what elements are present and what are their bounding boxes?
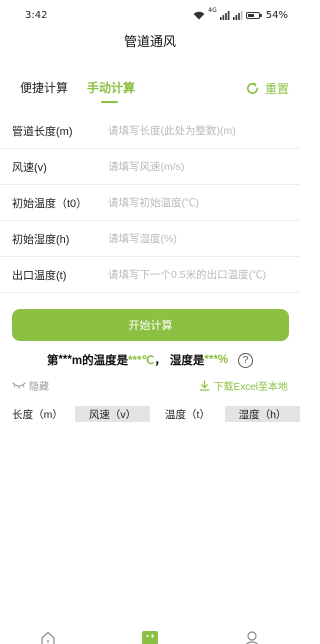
signal-icon	[219, 10, 230, 20]
refresh-icon	[245, 81, 260, 96]
home-icon[interactable]	[40, 630, 56, 644]
hide-label: 隐藏	[29, 382, 49, 393]
result-hum-value: ***%	[204, 354, 229, 366]
form-row-length: 管道长度(m)	[0, 113, 300, 149]
user-icon[interactable]	[244, 630, 260, 644]
wind-speed-label: 风速(v)	[12, 161, 47, 174]
bottom-nav	[0, 626, 300, 644]
start-calc-button[interactable]: 开始计算	[12, 309, 289, 341]
result-table-header: 长度（m） 风速（v） 温度（t） 湿度（h）	[0, 406, 300, 422]
question-icon[interactable]: ?	[238, 352, 254, 368]
result-hum-text: 湿度是	[169, 355, 205, 367]
reset-button[interactable]: 重置	[245, 78, 289, 98]
result-sep: ，	[154, 355, 166, 367]
page-title: 管道通风	[123, 35, 176, 50]
result-temp-value: ***℃	[128, 355, 155, 367]
result-prefix: 第	[46, 355, 59, 367]
signal-type-icon: 4G	[208, 6, 217, 14]
battery-icon	[245, 11, 262, 19]
tab-bar: 便捷计算 手动计算 重置	[0, 78, 300, 104]
tab-manual-calc[interactable]: 手动计算	[87, 78, 135, 98]
form-row-outlet-temp: 出口温度(t)	[0, 257, 300, 293]
result-m-value: ***	[58, 354, 72, 366]
column-header-temperature: 温度（t）	[165, 408, 210, 421]
calc-form: 管道长度(m) 风速(v) 初始温度（t0） 初始湿度(h) 出口温度(t)	[0, 113, 300, 293]
column-header-wind-speed: 风速（v）	[75, 406, 150, 422]
outlet-temp-label: 出口温度(t)	[12, 269, 67, 282]
status-bar: 3:42 4G 54%	[0, 0, 300, 30]
eye-closed-icon	[12, 381, 26, 390]
reset-label: 重置	[264, 81, 289, 96]
calculator-icon[interactable]	[142, 630, 158, 644]
signal-icon-2	[232, 10, 243, 20]
column-header-length: 长度（m）	[12, 408, 63, 421]
status-icons: 4G 54%	[193, 6, 288, 21]
length-input[interactable]	[108, 121, 292, 141]
initial-temp-input[interactable]	[108, 193, 292, 213]
tab-quick-calc[interactable]: 便捷计算	[20, 78, 68, 98]
initial-humidity-label: 初始湿度(h)	[12, 233, 70, 246]
column-header-humidity: 湿度（h）	[225, 406, 300, 422]
result-temp-text: m的温度是	[71, 355, 129, 367]
hide-toggle[interactable]: 隐藏	[12, 378, 49, 393]
outlet-temp-input[interactable]	[108, 265, 292, 285]
download-excel-link[interactable]: 下载Excel至本地	[199, 378, 288, 393]
download-label: 下载Excel至本地	[213, 382, 288, 393]
download-icon	[199, 380, 210, 391]
active-tab-indicator	[101, 101, 118, 103]
initial-temp-label: 初始温度（t0）	[12, 197, 88, 210]
wind-speed-input[interactable]	[108, 157, 292, 177]
wifi-icon	[193, 11, 205, 20]
initial-humidity-input[interactable]	[108, 229, 292, 249]
result-line: 第 *** m的温度是 ***℃ ， 湿度是 ***% ?	[0, 350, 300, 370]
app-screen: 3:42 4G 54% 管道通风 便捷计算 手动计算 重置 管道长度(m) 请填…	[0, 0, 300, 644]
length-label: 管道长度(m)	[12, 125, 73, 138]
form-row-initial-humidity: 初始湿度(h)	[0, 221, 300, 257]
form-row-initial-temp: 初始温度（t0）	[0, 185, 300, 221]
battery-percent: 54%	[265, 9, 288, 21]
status-time: 3:42	[25, 9, 48, 21]
form-row-wind-speed: 风速(v)	[0, 149, 300, 185]
